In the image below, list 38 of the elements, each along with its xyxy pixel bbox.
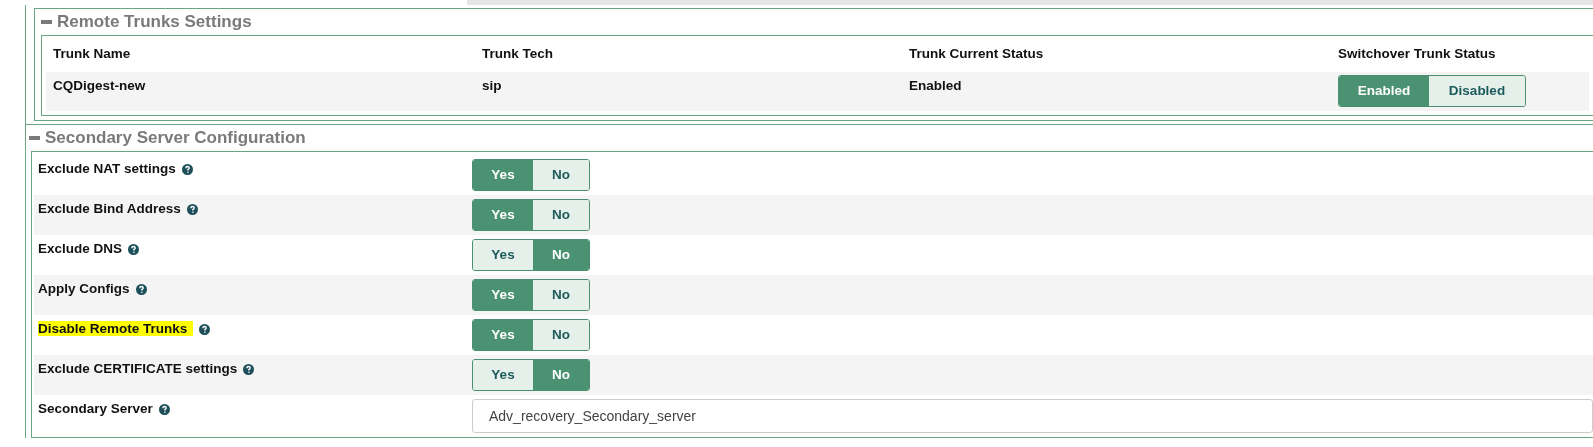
setting-label: Exclude DNS <box>38 241 123 256</box>
setting-label: Apply Configs <box>38 281 130 296</box>
help-icon[interactable] <box>181 164 193 175</box>
column-header: Switchover Trunk Status <box>1338 45 1497 63</box>
help-icon[interactable] <box>243 364 255 375</box>
help-icon[interactable] <box>186 204 198 215</box>
text-field[interactable]: Adv_recovery_Secondary_server <box>472 399 1593 433</box>
toggle-option[interactable]: Enabled <box>1339 76 1429 106</box>
section-legend: Secondary Server Configuration <box>45 125 306 151</box>
setting-label: Exclude CERTIFICATE settings <box>38 361 238 376</box>
table-cell-text: Enabled <box>909 77 963 95</box>
toggle-option[interactable]: Yes <box>473 200 533 230</box>
toggle-option[interactable]: No <box>533 240 589 270</box>
column-header: Trunk Tech <box>482 45 554 63</box>
setting-label: Exclude Bind Address <box>38 201 181 216</box>
toggle-option[interactable]: Disabled <box>1429 76 1525 106</box>
column-header: Trunk Name <box>53 45 132 63</box>
help-icon[interactable] <box>135 284 147 295</box>
help-icon[interactable] <box>158 404 170 415</box>
help-icon[interactable] <box>199 324 211 335</box>
toggle-option[interactable]: Yes <box>473 160 533 190</box>
table-cell-text: CQDigest-new <box>53 77 147 95</box>
toggle-option[interactable]: Yes <box>473 280 533 310</box>
toggle-option[interactable]: No <box>533 320 589 350</box>
table-cell-text: sip <box>482 77 503 95</box>
setting-label: Exclude NAT settings <box>38 161 176 176</box>
toggle-option[interactable]: Yes <box>473 320 533 350</box>
toggle-option[interactable]: No <box>533 160 589 190</box>
toggle-option[interactable]: No <box>533 360 589 390</box>
setting-label: Disable Remote Trunks <box>38 321 194 336</box>
toggle-option[interactable]: No <box>533 200 589 230</box>
setting-label: Secondary Server <box>38 401 153 416</box>
help-icon[interactable] <box>128 244 140 255</box>
column-header: Trunk Current Status <box>909 45 1045 63</box>
toggle-option[interactable]: No <box>533 280 589 310</box>
section-legend: Remote Trunks Settings <box>57 9 252 35</box>
toggle-option[interactable]: Yes <box>473 360 533 390</box>
toggle-option[interactable]: Yes <box>473 240 533 270</box>
